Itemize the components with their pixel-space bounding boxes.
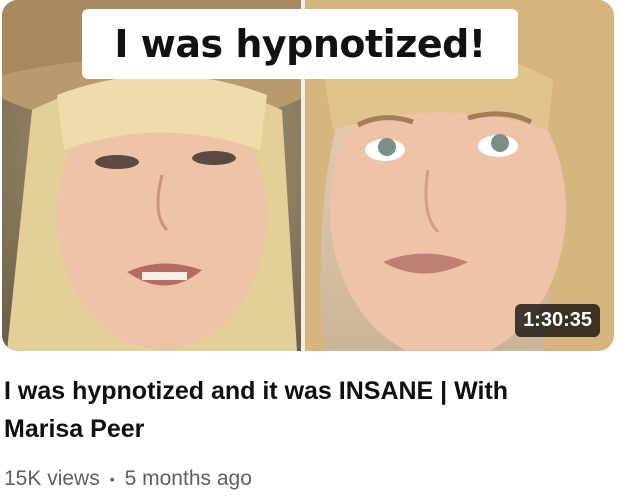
video-card[interactable]: I was hypnotized! 1:30:35 I was hypnotiz… xyxy=(0,0,618,504)
video-metadata: 15K views • 5 months ago xyxy=(4,467,252,491)
video-title[interactable]: I was hypnotized and it was INSANE | Wit… xyxy=(4,372,584,448)
upload-age: 5 months ago xyxy=(124,467,252,490)
video-duration-badge: 1:30:35 xyxy=(515,304,600,337)
video-thumbnail[interactable]: I was hypnotized! 1:30:35 xyxy=(2,0,614,351)
view-count: 15K views xyxy=(4,467,100,490)
thumbnail-caption-box: I was hypnotized! xyxy=(82,9,518,79)
metadata-separator: • xyxy=(109,471,115,487)
thumbnail-caption: I was hypnotized! xyxy=(114,22,486,66)
